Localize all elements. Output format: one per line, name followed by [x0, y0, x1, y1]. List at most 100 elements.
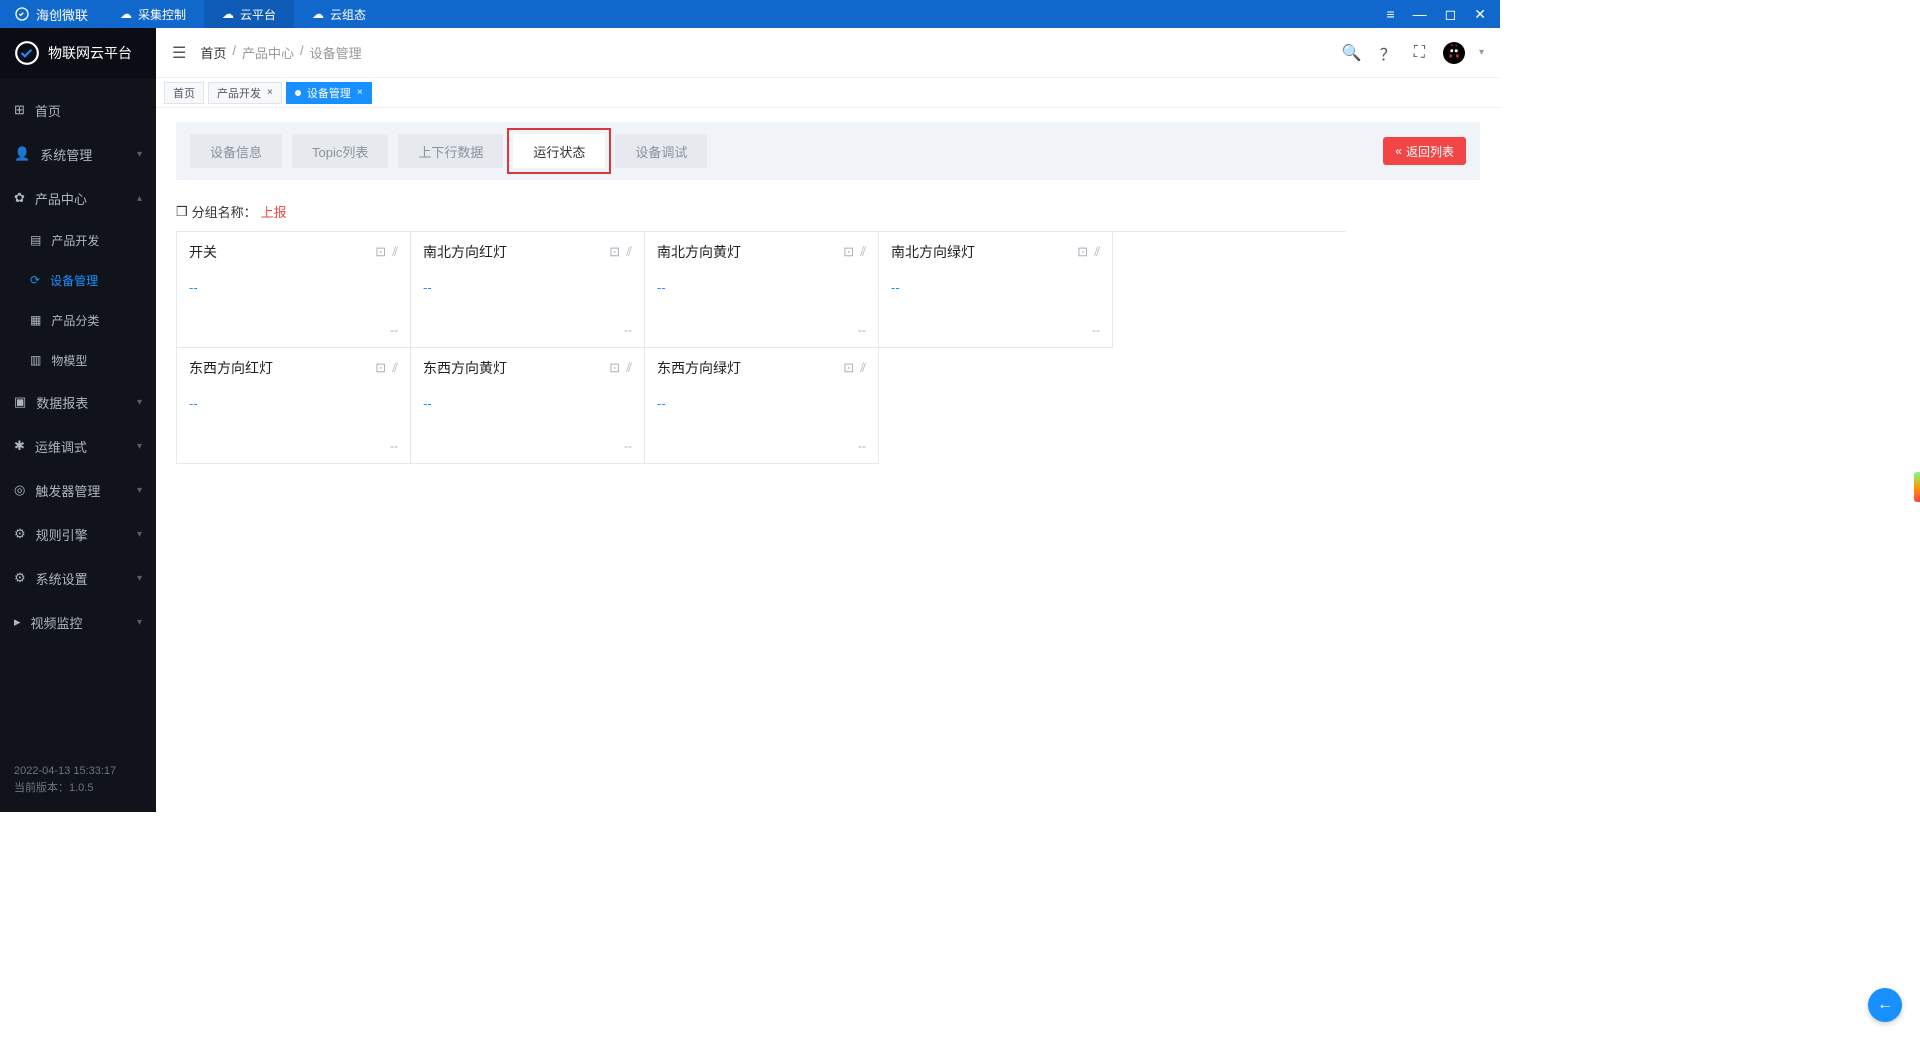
sidebar-item-settings[interactable]: ⚙ 系统设置 ▾: [0, 556, 156, 600]
menu-icon[interactable]: ≡: [1386, 6, 1394, 22]
chevron-down-icon: ▾: [137, 441, 142, 452]
crumb-product: 产品中心: [242, 43, 294, 62]
subitem-device-mgr[interactable]: ⟳ 设备管理: [30, 260, 156, 300]
subitem-model[interactable]: ▥ 物模型: [30, 340, 156, 380]
caret-down-icon[interactable]: ▾: [1479, 47, 1484, 58]
brand-logo-icon: [14, 6, 30, 22]
pagetab-product-dev[interactable]: 产品开发 ×: [208, 82, 282, 104]
search-icon[interactable]: 🔍: [1342, 43, 1362, 63]
crumb-device: 设备管理: [310, 43, 362, 62]
image-icon[interactable]: ⊡: [375, 360, 386, 376]
back-list-button[interactable]: « 返回列表: [1383, 137, 1466, 165]
tab-topic-list[interactable]: Topic列表: [292, 134, 388, 168]
dashboard-icon: ⊞: [14, 102, 25, 118]
sidebar-footer: 2022-04-13 15:33:17 当前版本：1.0.5: [0, 753, 156, 812]
status-card: 开关⊡⫽----: [177, 232, 411, 348]
sidebar-sub-product: ▤ 产品开发 ⟳ 设备管理 ▦ 产品分类 ▥ 物模型: [0, 220, 156, 380]
gear-icon: ✿: [14, 190, 25, 206]
breadcrumb: 首页 / 产品中心 / 设备管理: [200, 43, 361, 62]
chart-icon[interactable]: ⫽: [1094, 244, 1100, 260]
group-label: 分组名称：: [192, 202, 257, 221]
chevron-down-icon: ▾: [137, 485, 142, 496]
arrow-left-icon: ←: [1877, 996, 1893, 1014]
status-card: 东西方向绿灯⊡⫽----: [645, 348, 879, 464]
window-controls: ≡ — ◻ ✕: [1386, 6, 1500, 23]
cards-grid: 开关⊡⫽----南北方向红灯⊡⫽----南北方向黄灯⊡⫽----南北方向绿灯⊡⫽…: [176, 231, 1346, 464]
crumb-home[interactable]: 首页: [200, 43, 226, 62]
sidebar-item-sysmgr[interactable]: 👤 系统管理 ▾: [0, 132, 156, 176]
back-icon: «: [1395, 144, 1402, 158]
minimize-icon[interactable]: —: [1413, 6, 1427, 22]
chevron-down-icon: ▾: [137, 573, 142, 584]
list-icon: ▤: [30, 233, 41, 247]
card-value: --: [423, 280, 632, 295]
image-icon[interactable]: ⊡: [843, 244, 854, 260]
help-icon[interactable]: ？: [1380, 41, 1396, 65]
card-value: --: [657, 396, 866, 411]
cloud-icon: ☁: [312, 7, 324, 21]
status-card: 东西方向黄灯⊡⫽----: [411, 348, 645, 464]
image-icon[interactable]: ⊡: [609, 360, 620, 376]
collapse-icon[interactable]: ☰: [172, 43, 186, 63]
card-title: 南北方向黄灯: [657, 242, 741, 262]
tab-run-status[interactable]: 运行状态: [513, 134, 605, 168]
chart-icon[interactable]: ⫽: [392, 360, 398, 376]
content: 设备信息 Topic列表 上下行数据 运行状态 设备调试 « 返回列表 ❒ 分组…: [156, 108, 1500, 812]
image-icon[interactable]: ⊡: [609, 244, 620, 260]
status-card: 南北方向黄灯⊡⫽----: [645, 232, 879, 348]
chart-icon[interactable]: ⫽: [860, 360, 866, 376]
sidebar-item-video[interactable]: ▸ 视频监控 ▾: [0, 600, 156, 644]
sidebar-item-ops[interactable]: ✱ 运维调式 ▾: [0, 424, 156, 468]
status-card: 南北方向绿灯⊡⫽----: [879, 232, 1113, 348]
active-dot-icon: [295, 90, 301, 96]
side-indicator: [1914, 472, 1920, 502]
table-icon: ▥: [30, 353, 41, 367]
tab-device-info[interactable]: 设备信息: [190, 134, 282, 168]
sidebar-item-home[interactable]: ⊞ 首页: [0, 88, 156, 132]
fullscreen-icon[interactable]: ⛶: [1414, 44, 1425, 62]
rule-icon: ⚙: [14, 526, 26, 542]
brand: 海创微联: [0, 5, 102, 24]
pagetab-home[interactable]: 首页: [164, 82, 204, 104]
close-icon[interactable]: ✕: [1474, 6, 1486, 23]
sidebar-item-rules[interactable]: ⚙ 规则引擎 ▾: [0, 512, 156, 556]
image-icon[interactable]: ⊡: [1077, 244, 1088, 260]
group-value: 上报: [261, 202, 287, 221]
image-icon[interactable]: ⊡: [843, 360, 854, 376]
card-title: 南北方向绿灯: [891, 242, 975, 262]
chart-icon[interactable]: ⫽: [392, 244, 398, 260]
subitem-product-cat[interactable]: ▦ 产品分类: [30, 300, 156, 340]
sidebar-item-product[interactable]: ✿ 产品中心 ▴: [0, 176, 156, 220]
group-row: ❒ 分组名称： 上报: [176, 202, 1480, 221]
sidebar-logo: 物联网云平台: [0, 28, 156, 78]
toptab-scada[interactable]: ☁ 云组态: [294, 0, 384, 28]
pagetab-device-mgr[interactable]: 设备管理 ×: [286, 82, 372, 104]
maximize-icon[interactable]: ◻: [1445, 6, 1457, 23]
chart-icon[interactable]: ⫽: [860, 244, 866, 260]
tab-device-debug[interactable]: 设备调试: [615, 134, 707, 168]
close-icon[interactable]: ×: [267, 87, 273, 98]
refresh-icon: ⟳: [30, 273, 40, 287]
tab-updown-data[interactable]: 上下行数据: [398, 134, 503, 168]
close-icon[interactable]: ×: [357, 87, 363, 98]
sidebar-item-trigger[interactable]: ◎ 触发器管理 ▾: [0, 468, 156, 512]
card-footer: --: [423, 439, 632, 453]
chart-icon[interactable]: ⫽: [626, 360, 632, 376]
image-icon[interactable]: ⊡: [375, 244, 386, 260]
report-icon: ▣: [14, 394, 26, 410]
chevron-down-icon: ▾: [137, 149, 142, 160]
toptab-cloud[interactable]: ☁ 云平台: [204, 0, 294, 28]
user-icon: 👤: [14, 146, 30, 162]
subitem-product-dev[interactable]: ▤ 产品开发: [30, 220, 156, 260]
page-tabs: 首页 产品开发 × 设备管理 ×: [156, 78, 1500, 108]
card-title: 东西方向绿灯: [657, 358, 741, 378]
sidebar-item-report[interactable]: ▣ 数据报表 ▾: [0, 380, 156, 424]
fab-back[interactable]: ←: [1868, 988, 1902, 1022]
platform-logo-icon: [14, 40, 40, 66]
inner-tabs: 设备信息 Topic列表 上下行数据 运行状态 设备调试: [190, 134, 707, 168]
trigger-icon: ◎: [14, 482, 25, 498]
avatar[interactable]: [1443, 42, 1465, 64]
chart-icon[interactable]: ⫽: [626, 244, 632, 260]
toptab-collect[interactable]: ☁ 采集控制: [102, 0, 204, 28]
topbar: ☰ 首页 / 产品中心 / 设备管理 🔍 ？ ⛶ ▾: [156, 28, 1500, 78]
